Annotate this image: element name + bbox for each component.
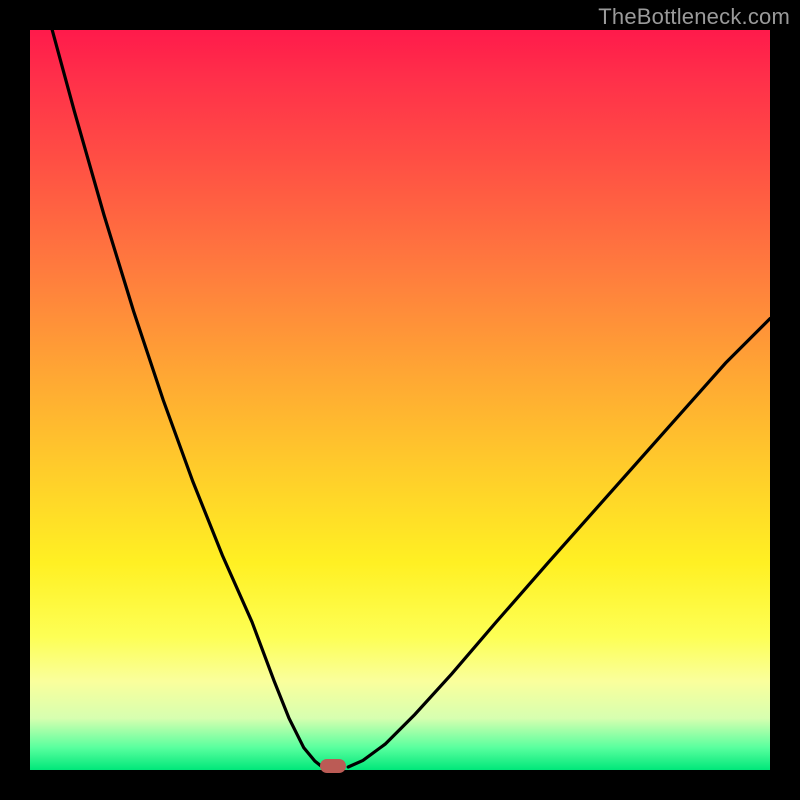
plot-area	[30, 30, 770, 770]
bottleneck-curve	[30, 30, 770, 770]
chart-frame: TheBottleneck.com	[0, 0, 800, 800]
bottleneck-marker	[320, 759, 346, 773]
watermark-text: TheBottleneck.com	[598, 4, 790, 30]
